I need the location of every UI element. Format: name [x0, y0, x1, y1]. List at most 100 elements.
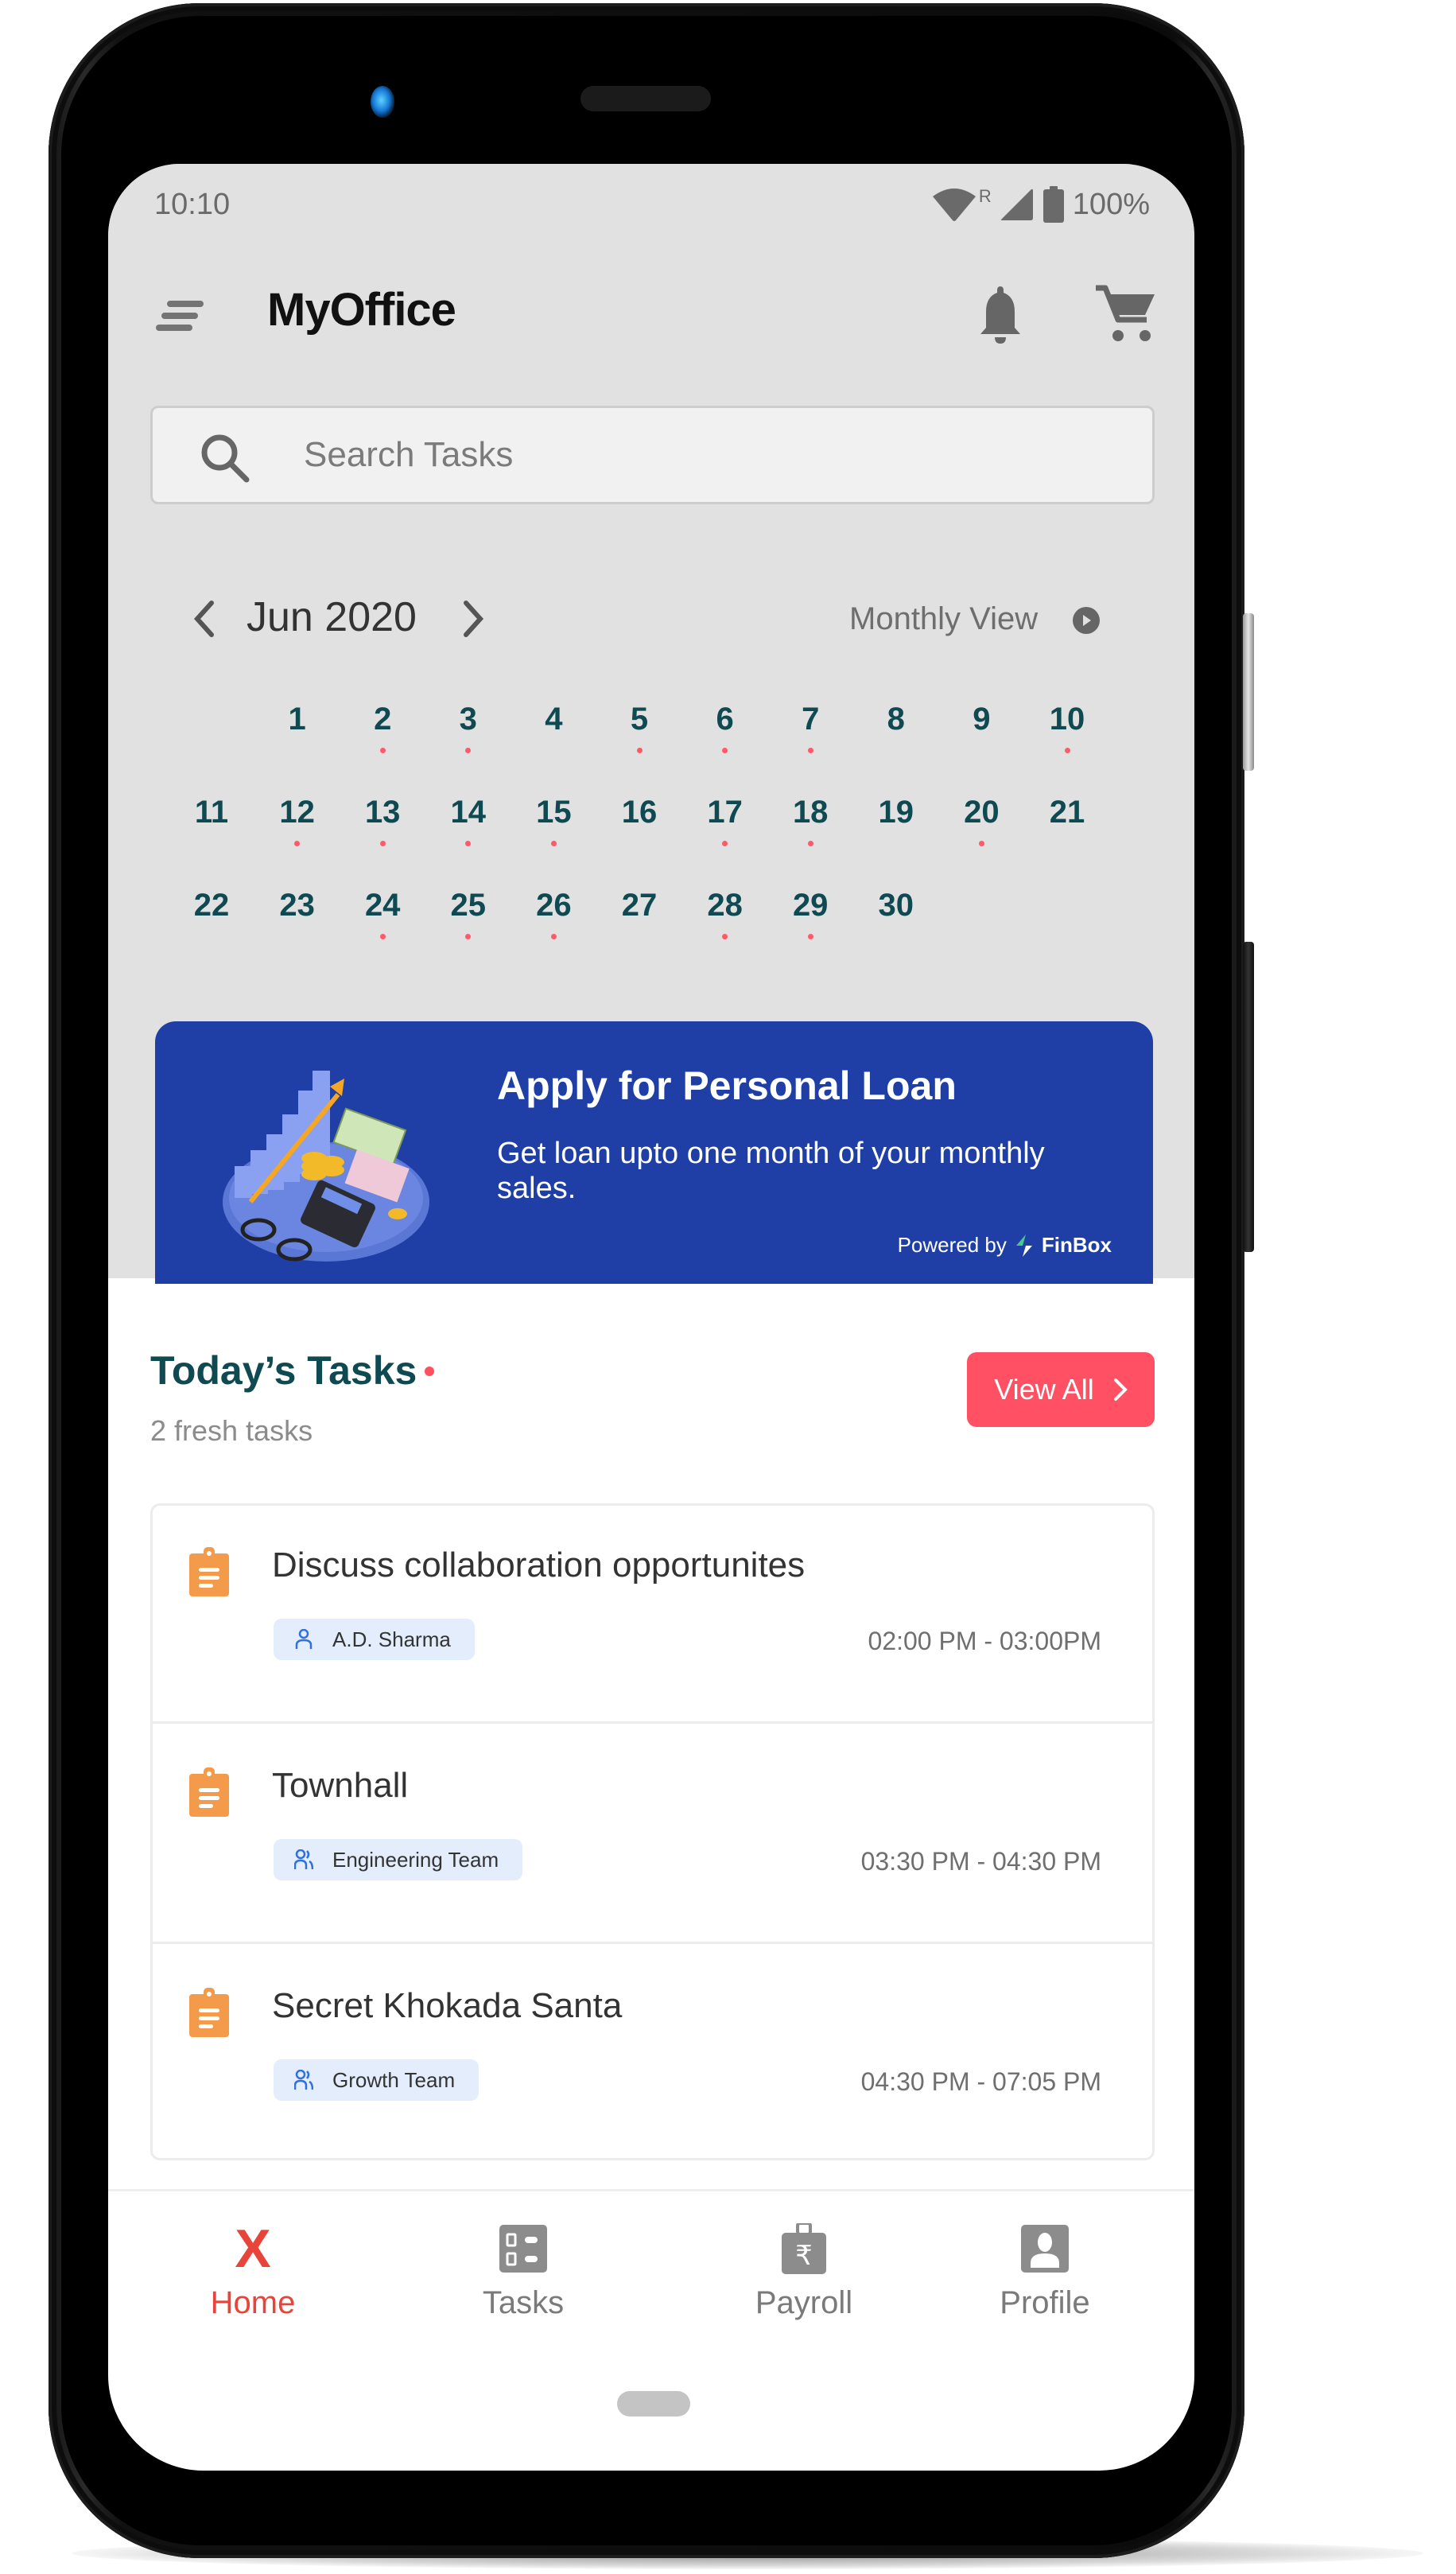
- day-number: 11: [194, 795, 229, 830]
- tasks-icon: [499, 2225, 547, 2273]
- calendar-day[interactable]: 11: [172, 790, 251, 877]
- bell-icon[interactable]: [976, 283, 1024, 347]
- event-dot: [465, 841, 472, 846]
- calendar-day[interactable]: 15: [514, 790, 593, 877]
- finance-illustration: [223, 1071, 429, 1262]
- day-number: 9: [973, 702, 991, 737]
- day-number: 18: [792, 795, 829, 830]
- event-dot: [722, 748, 728, 753]
- calendar-day[interactable]: 26: [514, 883, 593, 970]
- calendar-day[interactable]: 30: [856, 883, 936, 970]
- view-all-label: View All: [994, 1373, 1094, 1406]
- day-number: 5: [630, 702, 649, 737]
- prev-month-button[interactable]: [189, 598, 218, 640]
- task-item[interactable]: Discuss collaboration opportunites A.D. …: [153, 1506, 1152, 1724]
- search-icon: [201, 434, 250, 483]
- earpiece-speaker: [580, 86, 711, 111]
- day-number: 3: [459, 702, 477, 737]
- calendar-day[interactable]: 25: [429, 883, 508, 970]
- day-number: 24: [364, 888, 401, 923]
- view-all-button[interactable]: View All: [967, 1352, 1155, 1427]
- calendar-day[interactable]: 9: [942, 697, 1021, 784]
- calendar-day[interactable]: 7: [771, 697, 850, 784]
- calendar-day[interactable]: 17: [685, 790, 765, 877]
- day-number: 25: [450, 888, 487, 923]
- new-indicator-dot: [425, 1367, 434, 1376]
- calendar-day[interactable]: 3: [429, 697, 508, 784]
- loan-banner[interactable]: Apply for Personal Loan Get loan upto on…: [155, 1021, 1153, 1284]
- view-mode-toggle[interactable]: Monthly View: [849, 601, 1038, 637]
- day-number: 19: [878, 795, 914, 830]
- calendar-day[interactable]: 28: [685, 883, 765, 970]
- section-title: Today’s Tasks: [150, 1348, 417, 1393]
- day-number: 26: [536, 888, 572, 923]
- calendar-day[interactable]: 5: [600, 697, 679, 784]
- hamburger-icon[interactable]: [156, 297, 205, 334]
- calendar-day[interactable]: 20: [942, 790, 1021, 877]
- calendar-day[interactable]: 22: [172, 883, 251, 970]
- day-number: 28: [707, 888, 743, 923]
- day-number: 23: [279, 888, 315, 923]
- play-circle-icon[interactable]: [1072, 606, 1101, 635]
- svg-text:₹: ₹: [795, 2240, 813, 2272]
- nav-label: Profile: [1000, 2285, 1090, 2320]
- nav-payroll[interactable]: ₹ Payroll: [716, 2223, 891, 2327]
- event-dot: [807, 748, 813, 753]
- nav-home[interactable]: X Home: [165, 2218, 340, 2327]
- calendar-day[interactable]: 29: [771, 883, 850, 970]
- calendar-day[interactable]: 24: [343, 883, 422, 970]
- event-dot: [1064, 748, 1070, 753]
- day-number: 15: [536, 795, 572, 830]
- calendar-day[interactable]: 4: [514, 697, 593, 784]
- calendar-day[interactable]: 27: [600, 883, 679, 970]
- status-icons: R 100%: [931, 186, 1150, 223]
- calendar-day[interactable]: 1: [258, 697, 337, 784]
- event-dot: [807, 934, 813, 939]
- task-item[interactable]: Secret Khokada Santa Growth Team 04:30 P…: [153, 1946, 1152, 2164]
- calendar-day[interactable]: 18: [771, 790, 850, 877]
- calendar-day[interactable]: 21: [1027, 790, 1107, 877]
- calendar-day[interactable]: 13: [343, 790, 422, 877]
- search-input[interactable]: [304, 426, 1099, 484]
- event-dot: [379, 934, 386, 939]
- nav-tasks[interactable]: Tasks: [436, 2223, 611, 2327]
- banner-description: Get loan upto one month of your monthly …: [497, 1137, 1045, 1205]
- calendar-day[interactable]: 2: [343, 697, 422, 784]
- task-time: 02:00 PM - 03:00PM: [868, 1627, 1101, 1655]
- chevron-right-icon: [1113, 1378, 1128, 1401]
- next-month-button[interactable]: [460, 598, 488, 640]
- calendar-day[interactable]: 16: [600, 790, 679, 877]
- cart-icon[interactable]: [1094, 283, 1158, 347]
- day-number: 12: [279, 795, 315, 830]
- calendar-day[interactable]: 8: [856, 697, 936, 784]
- day-number: 13: [364, 795, 401, 830]
- front-camera: [371, 86, 394, 118]
- assignee-chip: Engineering Team: [274, 1839, 523, 1880]
- day-number: 8: [887, 702, 905, 737]
- search-box[interactable]: [150, 406, 1155, 504]
- calendar-day[interactable]: 6: [685, 697, 765, 784]
- x-icon: X: [235, 2218, 271, 2279]
- day-number: 4: [545, 702, 563, 737]
- event-dot: [294, 841, 301, 846]
- assignee-name: Engineering Team: [332, 1847, 499, 1872]
- task-item[interactable]: Townhall Engineering Team 03:30 PM - 04:…: [153, 1726, 1152, 1944]
- home-indicator[interactable]: [617, 2391, 690, 2417]
- nav-profile[interactable]: Profile: [957, 2223, 1132, 2327]
- calendar-day[interactable]: 12: [258, 790, 337, 877]
- calendar-month-label: Jun 2020: [247, 594, 417, 640]
- assignee-chip: Growth Team: [274, 2059, 480, 2101]
- day-number: 21: [1049, 795, 1085, 830]
- finbox-logo-icon: [1015, 1234, 1032, 1257]
- nav-label: Payroll: [755, 2285, 853, 2320]
- calendar-day[interactable]: 14: [429, 790, 508, 877]
- signal-icon: [1000, 189, 1033, 220]
- calendar-day[interactable]: 19: [856, 790, 936, 877]
- day-number: 22: [193, 888, 230, 923]
- calendar-day[interactable]: 10: [1027, 697, 1107, 784]
- calendar-day[interactable]: 23: [258, 883, 337, 970]
- event-dot: [465, 748, 472, 753]
- power-button: [1243, 942, 1254, 1252]
- day-number: 7: [802, 702, 820, 737]
- powered-by-label: Powered by: [897, 1233, 1007, 1257]
